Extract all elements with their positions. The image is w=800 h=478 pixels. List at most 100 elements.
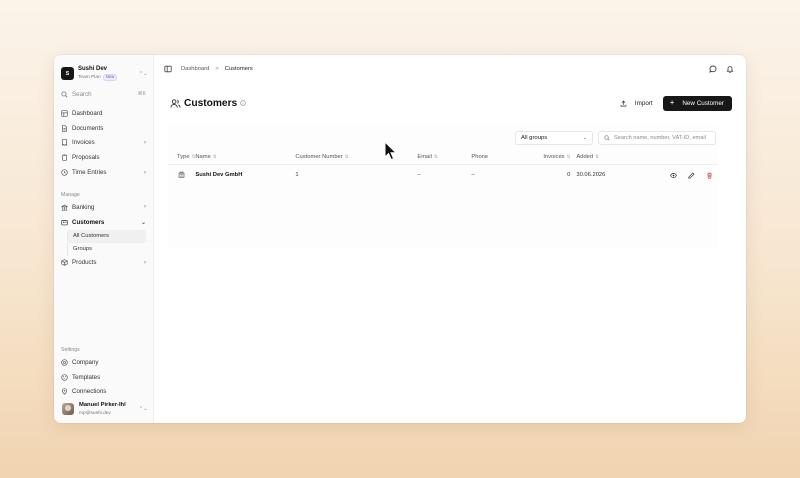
- team-switcher[interactable]: S Sushi Dev Team Plan New ⌃⌄: [54, 55, 153, 83]
- sort-icon: ⇅: [212, 153, 217, 159]
- sidebar-item-proposals[interactable]: Proposals: [54, 150, 153, 165]
- import-button[interactable]: Import: [612, 95, 661, 111]
- sidebar-item-company[interactable]: Company: [54, 355, 153, 370]
- customers-table: Type ⇅ Name ⇅ Customer Number ⇅ Email ⇅ Phon…: [168, 150, 718, 186]
- sidebar-item-label: Dashboard: [72, 109, 103, 117]
- customer-phone: –: [471, 172, 475, 179]
- sidebar-item-documents[interactable]: Documents: [54, 121, 153, 136]
- team-plan: Team Plan: [78, 74, 101, 80]
- sidebar-item-dashboard[interactable]: Dashboard: [54, 106, 153, 121]
- customer-name[interactable]: Sushi Dev GmbH: [195, 164, 295, 186]
- pencil-icon[interactable]: [688, 172, 695, 179]
- sidebar-item-label: Banking: [72, 203, 95, 211]
- topbar: Dashboard > Customers: [154, 55, 746, 83]
- main-content: Dashboard > Customers Customers Import +…: [154, 55, 746, 423]
- group-select[interactable]: All groups ⌄: [515, 130, 593, 145]
- customer-added: 30.06.2026: [576, 172, 606, 179]
- team-logo: S: [61, 67, 74, 80]
- plus-icon: +: [669, 98, 675, 107]
- filter-bar: All groups ⌄ Search name, number, VAT-ID…: [168, 125, 718, 145]
- chevron-right-icon: ›: [144, 204, 146, 211]
- page-title: Customers: [184, 97, 238, 109]
- avatar: [62, 403, 74, 415]
- breadcrumb-separator: >: [215, 66, 219, 72]
- info-icon[interactable]: [240, 100, 246, 106]
- page-header: Customers Import + New Customer: [154, 84, 746, 122]
- column-header-phone[interactable]: Phone: [471, 150, 532, 165]
- sidebar-item-templates[interactable]: Templates: [54, 370, 153, 385]
- plan-badge: New: [102, 73, 118, 81]
- sort-icon: ⇅: [433, 153, 438, 159]
- column-header-type[interactable]: Type ⇅: [168, 150, 196, 165]
- sort-icon: ⇅: [595, 153, 599, 159]
- customer-search-input[interactable]: Search name, number, VAT-ID, email: [598, 130, 716, 145]
- sidebar-item-label: Documents: [72, 124, 104, 132]
- search-icon: [61, 90, 68, 98]
- customer-email: –: [417, 172, 421, 179]
- sidebar-subitem-all-customers[interactable]: All Customers: [67, 229, 146, 243]
- sidebar-item-connections[interactable]: Connections: [54, 385, 153, 400]
- sidebar-item-label: Connections: [72, 388, 107, 396]
- customers-icon: [61, 219, 68, 226]
- sort-icon: ⇅: [566, 153, 571, 159]
- sidebar-search[interactable]: Search ⌘K: [54, 85, 153, 103]
- sidebar-item-customers[interactable]: Customers ⌄: [54, 215, 153, 230]
- column-header-email[interactable]: Email ⇅: [417, 150, 472, 165]
- sidebar-item-products[interactable]: Products ›: [54, 256, 153, 271]
- column-header-customer-number[interactable]: Customer Number ⇅: [295, 150, 418, 165]
- section-label-settings: Settings: [61, 347, 80, 353]
- team-name: Sushi Dev: [78, 66, 108, 73]
- column-header-actions: [649, 150, 718, 165]
- user-email: mp@sushi.dev: [79, 410, 111, 416]
- new-customer-button[interactable]: + New Customer: [662, 95, 732, 111]
- breadcrumb-current: Customers: [224, 66, 253, 72]
- row-actions: [649, 172, 718, 179]
- company-icon: [61, 359, 68, 366]
- user-menu[interactable]: Manuel Pirker-Ihl mp@sushi.dev ⌃⌄: [54, 399, 153, 419]
- column-header-invoices[interactable]: Invoices ⇅: [531, 150, 577, 165]
- customer-invoices: 0: [567, 172, 571, 179]
- trash-icon[interactable]: [706, 172, 713, 179]
- eye-icon[interactable]: [670, 172, 677, 179]
- sidebar-item-label: Invoices: [72, 139, 95, 147]
- group-select-value: All groups: [521, 134, 548, 141]
- sidebar-item-label: Customers: [72, 218, 105, 226]
- chevron-right-icon: ›: [144, 139, 146, 146]
- bell-icon[interactable]: [726, 65, 734, 73]
- search-placeholder: Search name, number, VAT-ID, email: [614, 134, 706, 141]
- sidebar-toggle-icon[interactable]: [164, 65, 172, 73]
- breadcrumb-dashboard[interactable]: Dashboard: [181, 66, 209, 72]
- building-icon: [178, 171, 185, 178]
- document-icon: [61, 125, 68, 132]
- sidebar-item-time-entries[interactable]: Time Entries ›: [54, 165, 153, 180]
- mouse-cursor-icon: [384, 141, 397, 161]
- search-shortcut: ⌘K: [137, 91, 146, 97]
- users-icon: [170, 98, 181, 108]
- dashboard-icon: [61, 110, 68, 117]
- sidebar-item-invoices[interactable]: Invoices ›: [54, 136, 153, 151]
- sidebar-item-banking[interactable]: Banking ›: [54, 200, 153, 215]
- sidebar-search-label: Search: [72, 90, 92, 98]
- proposal-icon: [61, 154, 68, 161]
- sort-icon: ⇅: [344, 153, 349, 159]
- breadcrumb: Dashboard > Customers: [181, 66, 253, 72]
- clock-icon: [61, 169, 68, 176]
- column-header-added[interactable]: Added ⇅: [576, 150, 650, 165]
- chevron-updown-icon: ⌃⌄: [139, 406, 148, 412]
- column-header-name[interactable]: Name ⇅: [195, 150, 296, 165]
- customer-number: 1: [295, 172, 299, 179]
- connection-icon: [61, 388, 68, 396]
- chat-icon[interactable]: [709, 65, 717, 73]
- sidebar-item-label: Templates: [72, 373, 101, 381]
- table-row[interactable]: Sushi Dev GmbH 1 – – 0 30.06.2026: [168, 164, 718, 186]
- new-customer-label: New Customer: [682, 99, 724, 107]
- chevron-right-icon: ›: [144, 259, 146, 266]
- chevron-right-icon: ›: [144, 169, 146, 176]
- table-header-row: Type ⇅ Name ⇅ Customer Number ⇅ Email ⇅ Phon…: [168, 150, 718, 165]
- upload-icon: [620, 100, 627, 107]
- product-icon: [61, 259, 68, 267]
- chevron-updown-icon: ⌃⌄: [139, 70, 148, 77]
- sidebar-subitem-groups[interactable]: Groups: [67, 242, 153, 256]
- import-label: Import: [634, 99, 653, 107]
- user-name: Manuel Pirker-Ihl: [79, 401, 126, 408]
